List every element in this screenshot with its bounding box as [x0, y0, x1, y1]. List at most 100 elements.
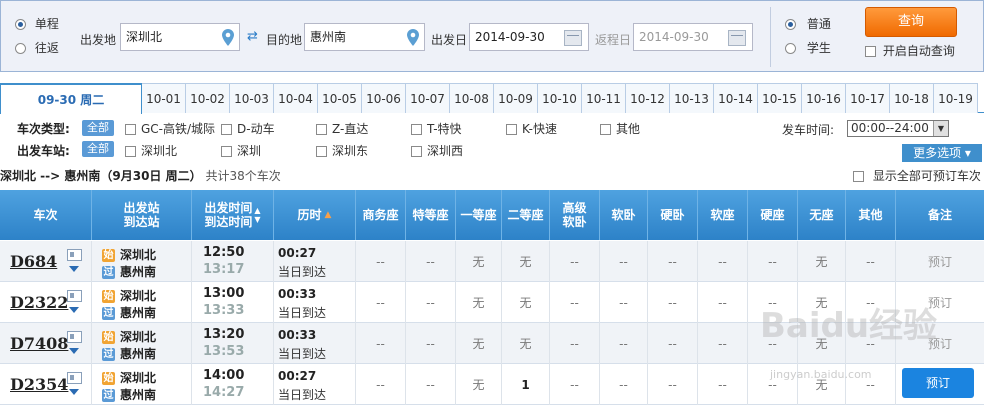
location-pin-icon[interactable]: [407, 29, 419, 46]
location-pin-icon[interactable]: [222, 29, 234, 46]
date-tab[interactable]: 10-09: [494, 83, 538, 113]
station-option[interactable]: 深圳北: [125, 142, 177, 159]
auto-query-checkbox[interactable]: [865, 46, 876, 57]
date-tab[interactable]: 10-12: [626, 83, 670, 113]
train-type-option[interactable]: T-特快: [411, 120, 462, 137]
train-info-icon[interactable]: [67, 331, 82, 343]
date-tab[interactable]: 10-19: [934, 83, 978, 113]
station-checkbox[interactable]: [316, 146, 327, 157]
train-type-option[interactable]: Z-直达: [316, 120, 368, 137]
sort-asc-icon[interactable]: ▲: [325, 208, 332, 222]
date-tab[interactable]: 10-11: [582, 83, 626, 113]
arrive-day: 当日到达: [278, 347, 327, 361]
date-tab[interactable]: 10-14: [714, 83, 758, 113]
train-number-link[interactable]: D2354: [10, 375, 68, 394]
train-number-link[interactable]: D2322: [10, 293, 68, 312]
train-type-checkbox[interactable]: [411, 124, 422, 135]
show-all-checkbox[interactable]: [853, 171, 864, 182]
return-date-input[interactable]: 2014-09-30: [633, 23, 753, 51]
book-link-disabled[interactable]: 预订: [928, 253, 952, 270]
train-number-link[interactable]: D7408: [10, 334, 68, 353]
train-type-checkbox[interactable]: [125, 124, 136, 135]
seat-availability: --: [668, 295, 677, 310]
date-tab[interactable]: 10-13: [670, 83, 714, 113]
from-station-input[interactable]: 深圳北: [120, 23, 240, 51]
date-tab[interactable]: 10-16: [802, 83, 846, 113]
trip-roundtrip-option[interactable]: 往返: [15, 39, 59, 56]
train-info-icon[interactable]: [67, 372, 82, 384]
col-duration-label: 历时: [297, 208, 322, 222]
table-row[interactable]: D7408 始深圳北过惠州南 13:20 13:53 00:33 当日到达 -- -- 无 无 --…: [0, 323, 984, 364]
calendar-icon[interactable]: [728, 30, 746, 46]
date-tab[interactable]: 10-10: [538, 83, 582, 113]
table-row[interactable]: D2322 始深圳北过惠州南 13:00 13:33 00:33 当日到达 -- -- 无 无 --…: [0, 282, 984, 323]
passenger-student-radio[interactable]: [785, 43, 796, 54]
col-hard-seat-label: 硬座: [760, 208, 785, 222]
station-option[interactable]: 深圳西: [411, 142, 463, 159]
book-button[interactable]: 预订: [902, 368, 974, 398]
date-tab-active[interactable]: 09-30 周二: [0, 83, 142, 114]
col-times[interactable]: 出发时间 到达时间 ▲ ▼: [192, 190, 274, 240]
station-all-button[interactable]: 全部: [82, 141, 114, 157]
to-station-input[interactable]: 惠州南: [304, 23, 425, 51]
show-all-option[interactable]: 显示全部可预订车次: [853, 165, 981, 187]
table-row[interactable]: D684 始深圳北过惠州南 12:50 13:17 00:27 当日到达 -- -- 无 无 -- -…: [0, 241, 984, 282]
date-tab[interactable]: 10-07: [406, 83, 450, 113]
chevron-down-icon[interactable]: ▼: [933, 121, 948, 136]
passenger-normal-radio[interactable]: [785, 19, 796, 30]
book-link-disabled[interactable]: 预订: [928, 335, 952, 352]
train-number-link[interactable]: D684: [10, 252, 57, 271]
pass-badge: 过: [102, 266, 115, 279]
expand-arrow-icon[interactable]: [69, 389, 79, 395]
auto-query-option[interactable]: 开启自动查询: [865, 42, 955, 59]
expand-arrow-icon[interactable]: [69, 348, 79, 354]
more-options-button[interactable]: 更多选项 ▾: [902, 144, 982, 162]
swap-stations-icon[interactable]: ⇄: [247, 30, 262, 43]
depart-time-select[interactable]: 00:00--24:00 ▼: [847, 120, 949, 137]
depart-date-input[interactable]: 2014-09-30: [469, 23, 589, 51]
station-checkbox[interactable]: [411, 146, 422, 157]
date-tab[interactable]: 10-05: [318, 83, 362, 113]
date-tab[interactable]: 10-01: [142, 83, 186, 113]
trip-oneway-option[interactable]: 单程: [15, 15, 59, 32]
train-type-option[interactable]: K-快速: [506, 120, 557, 137]
date-tab[interactable]: 10-04: [274, 83, 318, 113]
train-type-option[interactable]: GC-高铁/城际: [125, 120, 215, 137]
table-row[interactable]: D2354 始深圳北过惠州南 14:00 14:27 00:27 当日到达 -- -- 无 1 --…: [0, 364, 984, 405]
passenger-normal-option[interactable]: 普通: [785, 15, 831, 32]
date-tab[interactable]: 10-06: [362, 83, 406, 113]
train-type-checkbox[interactable]: [221, 124, 232, 135]
date-tab[interactable]: 10-18: [890, 83, 934, 113]
expand-arrow-icon[interactable]: [69, 307, 79, 313]
col-duration[interactable]: 历时 ▲: [274, 190, 356, 240]
train-type-checkbox[interactable]: [506, 124, 517, 135]
expand-arrow-icon[interactable]: [69, 266, 79, 272]
passenger-student-option[interactable]: 学生: [785, 39, 831, 56]
train-info-icon[interactable]: [67, 249, 82, 261]
query-button[interactable]: 查询: [865, 7, 957, 37]
train-type-checkbox[interactable]: [600, 124, 611, 135]
train-type-option[interactable]: D-动车: [221, 120, 275, 137]
train-type-option[interactable]: 其他: [600, 120, 640, 137]
trip-oneway-radio[interactable]: [15, 19, 26, 30]
book-link-disabled[interactable]: 预订: [928, 294, 952, 311]
date-tab[interactable]: 10-02: [186, 83, 230, 113]
train-type-all-button[interactable]: 全部: [82, 120, 114, 136]
seat-availability: --: [376, 377, 385, 392]
train-type-checkbox[interactable]: [316, 124, 327, 135]
station-option[interactable]: 深圳: [221, 142, 261, 159]
trip-roundtrip-radio[interactable]: [15, 43, 26, 54]
date-tab[interactable]: 10-08: [450, 83, 494, 113]
date-tab[interactable]: 10-03: [230, 83, 274, 113]
col-train[interactable]: 车次: [0, 190, 92, 240]
date-tab[interactable]: 10-15: [758, 83, 802, 113]
seat-availability: --: [570, 336, 579, 351]
date-tab[interactable]: 10-17: [846, 83, 890, 113]
sort-icon[interactable]: ▲ ▼: [254, 206, 260, 224]
calendar-icon[interactable]: [564, 30, 582, 46]
col-special-label: 特等座: [412, 208, 449, 222]
train-info-icon[interactable]: [67, 290, 82, 302]
station-checkbox[interactable]: [221, 146, 232, 157]
station-option[interactable]: 深圳东: [316, 142, 368, 159]
station-checkbox[interactable]: [125, 146, 136, 157]
